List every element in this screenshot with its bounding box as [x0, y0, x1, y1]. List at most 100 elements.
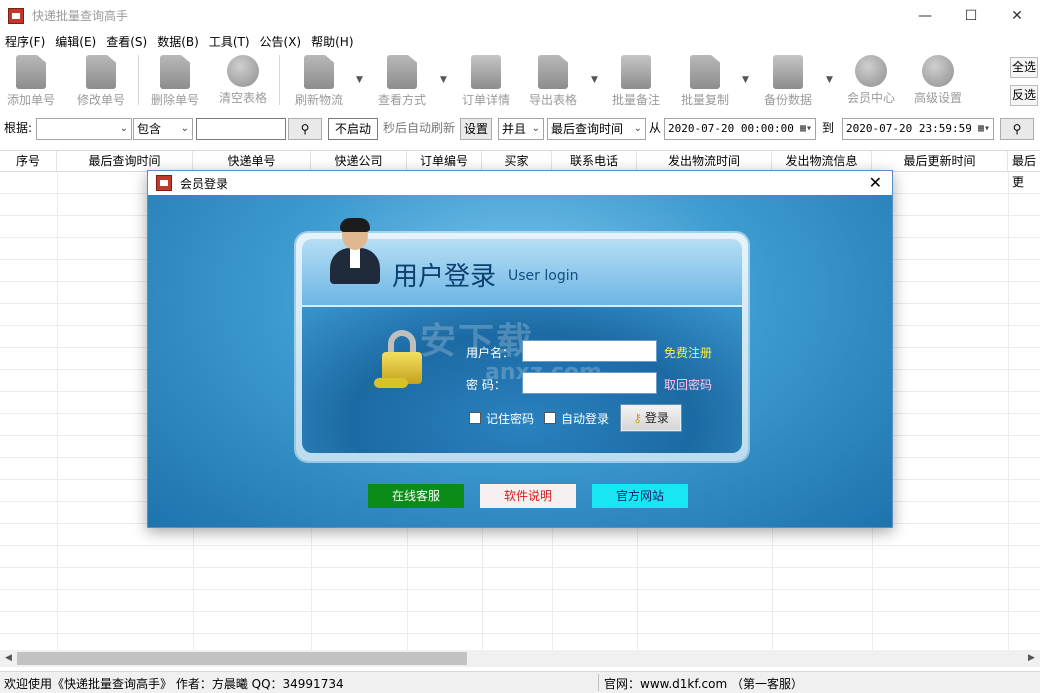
remember-password-checkbox[interactable]	[469, 412, 481, 424]
view-document-icon	[387, 55, 417, 89]
delete-number-button[interactable]: 删除单号	[140, 55, 210, 108]
backup-data-button[interactable]: 备份数据	[753, 55, 823, 108]
column-header-tracking-number[interactable]: 快递单号	[193, 151, 311, 172]
menu-edit[interactable]: 编辑(E)	[50, 33, 101, 50]
column-header-buyer[interactable]: 买家	[482, 151, 552, 172]
password-field[interactable]	[522, 372, 657, 394]
date-search-button[interactable]: ⚲	[1000, 118, 1034, 140]
column-header-order-number[interactable]: 订单编号	[407, 151, 482, 172]
column-header-ship-time[interactable]: 发出物流时间	[637, 151, 772, 172]
from-datetime-picker[interactable]: 2020-07-20 00:00:00 ▦▾	[664, 118, 816, 140]
to-datetime-picker[interactable]: 2020-07-20 23:59:59 ▦▾	[842, 118, 994, 140]
order-detail-button[interactable]: 订单详情	[451, 55, 521, 108]
column-header-last-more[interactable]: 最后更	[1008, 151, 1040, 189]
batch-copy-label: 批量复制	[680, 93, 729, 107]
toolbar-separator	[279, 55, 280, 105]
menu-notice[interactable]: 公告(X)	[255, 33, 307, 50]
column-header-ship-info[interactable]: 发出物流信息	[772, 151, 872, 172]
auto-refresh-select[interactable]: 不启动	[328, 118, 378, 140]
column-header-phone[interactable]: 联系电话	[552, 151, 637, 172]
chevron-down-icon[interactable]: ▼	[742, 75, 749, 85]
chevron-down-icon[interactable]: ▼	[591, 75, 598, 85]
remember-password-label: 记住密码	[486, 412, 535, 426]
auto-login-checkbox[interactable]	[544, 412, 556, 424]
time-field-select[interactable]: 最后查询时间 ⌄	[547, 118, 646, 140]
column-header-courier[interactable]: 快递公司	[311, 151, 407, 172]
refresh-logistics-button[interactable]: 刷新物流	[284, 55, 354, 108]
chevron-down-icon: ⌄	[633, 123, 642, 134]
edit-number-label: 修改单号	[76, 93, 125, 107]
menu-view[interactable]: 查看(S)	[101, 33, 152, 50]
gear-icon	[922, 55, 954, 87]
invert-selection-button[interactable]: 反选	[1010, 85, 1038, 106]
logic-value: 并且	[502, 122, 527, 136]
edit-number-button[interactable]: 修改单号	[66, 55, 136, 108]
menu-data[interactable]: 数据(B)	[152, 33, 204, 50]
menu-tools[interactable]: 工具(T)	[204, 33, 255, 50]
chevron-down-icon[interactable]: ▼	[356, 75, 363, 85]
column-header-last-query[interactable]: 最后查询时间	[57, 151, 193, 172]
minimize-button[interactable]: —	[902, 0, 948, 31]
search-icon: ⚲	[300, 122, 310, 136]
document-icon	[16, 55, 46, 89]
retrieve-password-link[interactable]: 取回密码	[664, 376, 712, 393]
app-icon	[8, 7, 24, 24]
advanced-settings-label: 高级设置	[913, 91, 962, 105]
batch-copy-button[interactable]: 批量复制	[670, 55, 740, 108]
toolbar: 添加单号 修改单号 删除单号 清空表格 刷新物流 ▼ 查看方式 ▼ 订单详情 导…	[0, 51, 1040, 113]
close-icon[interactable]: ✕	[869, 173, 882, 192]
view-mode-button[interactable]: 查看方式	[367, 55, 437, 108]
horizontal-scrollbar[interactable]: ◀ ▶	[0, 650, 1040, 667]
window-title: 快递批量查询高手	[32, 9, 129, 23]
select-all-button[interactable]: 全选	[1010, 57, 1038, 78]
filter-field-select[interactable]: ⌄	[36, 118, 132, 140]
status-bar: 欢迎使用《快递批量查询高手》 作者：方晨曦 QQ：34991734 官网：www…	[0, 671, 1040, 693]
scrollbar-thumb[interactable]	[17, 652, 467, 665]
clear-table-label: 清空表格	[218, 91, 267, 105]
calendar-dropdown-icon: ▦▾	[977, 123, 990, 134]
padlock-icon	[374, 330, 424, 390]
search-button[interactable]: ⚲	[288, 118, 322, 140]
export-table-label: 导出表格	[528, 93, 577, 107]
member-center-button[interactable]: 会员中心	[836, 55, 906, 106]
login-heading: 用户登录	[392, 262, 497, 292]
advanced-settings-button[interactable]: 高级设置	[903, 55, 973, 106]
close-button[interactable]: ✕	[994, 0, 1040, 31]
user-avatar-icon	[330, 218, 380, 284]
scroll-left-icon[interactable]: ◀	[0, 650, 17, 667]
batch-note-button[interactable]: 批量备注	[601, 55, 671, 108]
add-number-button[interactable]: 添加单号	[0, 55, 66, 108]
logic-select[interactable]: 并且 ⌄	[498, 118, 544, 140]
menu-bar: 程序(F) 编辑(E) 查看(S) 数据(B) 工具(T) 公告(X) 帮助(H…	[0, 31, 1040, 51]
search-input[interactable]	[196, 118, 286, 140]
software-help-button[interactable]: 软件说明	[480, 484, 576, 508]
clear-table-button[interactable]: 清空表格	[208, 55, 278, 106]
clock-icon	[855, 55, 887, 87]
scroll-right-icon[interactable]: ▶	[1023, 650, 1040, 667]
menu-help[interactable]: 帮助(H)	[306, 33, 358, 50]
register-link[interactable]: 免费注册	[664, 344, 712, 361]
chevron-down-icon[interactable]: ▼	[440, 75, 447, 85]
column-divider	[1008, 172, 1009, 650]
login-button-label: 登录	[644, 411, 669, 425]
refresh-logistics-label: 刷新物流	[294, 93, 343, 107]
maximize-button[interactable]: ☐	[948, 0, 994, 31]
filter-op-select[interactable]: 包含 ⌄	[133, 118, 193, 140]
settings-button[interactable]: 设置	[460, 118, 492, 140]
chevron-down-icon[interactable]: ▼	[826, 75, 833, 85]
username-field[interactable]	[522, 340, 657, 362]
online-service-button[interactable]: 在线客服	[368, 484, 464, 508]
backup-data-label: 备份数据	[763, 93, 812, 107]
column-header-index[interactable]: 序号	[0, 151, 57, 172]
to-label: 到	[822, 121, 835, 135]
login-button[interactable]: ⚷ 登录	[620, 404, 682, 432]
from-label: 从	[649, 121, 662, 135]
menu-program[interactable]: 程序(F)	[0, 33, 50, 50]
status-welcome: 欢迎使用《快递批量查询高手》 作者：方晨曦 QQ：34991734	[4, 677, 344, 691]
filter-bar: 根据: ⌄ 包含 ⌄ ⚲ 不启动 秒后自动刷新 设置 并且 ⌄ 最后查询时间 ⌄ 从 …	[0, 116, 1040, 142]
search-icon: ⚲	[1012, 122, 1022, 136]
login-subheading: User login	[508, 268, 579, 284]
official-site-button[interactable]: 官方网站	[592, 484, 688, 508]
column-header-last-update[interactable]: 最后更新时间	[872, 151, 1008, 172]
export-table-button[interactable]: 导出表格	[518, 55, 588, 108]
